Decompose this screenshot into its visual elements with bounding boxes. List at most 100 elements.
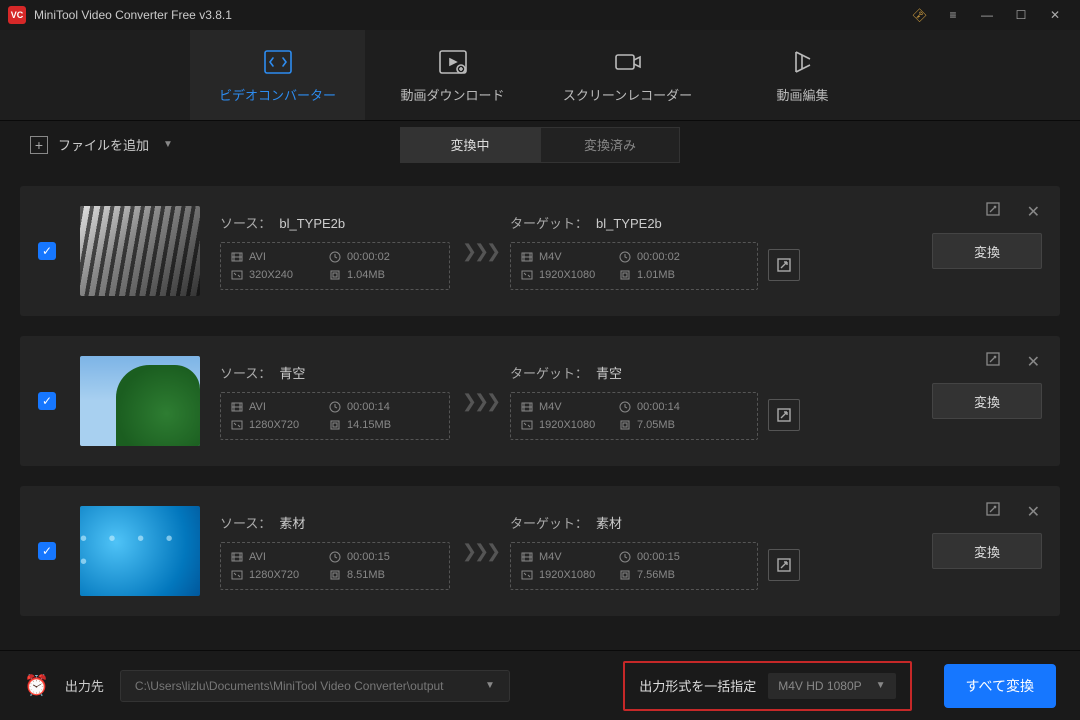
source-duration: 00:00:15: [329, 551, 409, 563]
source-size: 14.15MB: [329, 419, 409, 431]
convert-all-button[interactable]: すべて変換: [944, 664, 1056, 708]
target-duration: 00:00:15: [619, 551, 699, 563]
target-label: ターゲット：: [510, 216, 588, 231]
target-size: 1.01MB: [619, 269, 699, 281]
status-tab-converting[interactable]: 変換中: [400, 127, 540, 163]
conversion-list: ✓ ソース： bl_TYPE2b AVI 00:00:02 320X240 1.04MB ❯❯…: [0, 168, 1080, 668]
remove-item-button[interactable]: ✕: [1027, 202, 1040, 222]
target-size: 7.56MB: [619, 569, 699, 581]
plus-icon: +: [30, 136, 48, 154]
thumbnail[interactable]: [80, 206, 200, 296]
batch-format-select[interactable]: M4V HD 1080P ▼: [768, 673, 895, 699]
maximize-button[interactable]: ☐: [1004, 0, 1038, 30]
titlebar: VC MiniTool Video Converter Free v3.8.1 …: [0, 0, 1080, 30]
source-format: AVI: [231, 551, 311, 563]
batch-format-label: 出力形式を一括指定: [639, 676, 756, 695]
tab-converter[interactable]: ビデオコンバーター: [190, 30, 365, 120]
source-name: 素材: [279, 516, 305, 531]
menu-button[interactable]: ≡: [936, 0, 970, 30]
recorder-icon: [613, 47, 643, 77]
target-resolution: 1920X1080: [521, 569, 601, 581]
source-name: 青空: [279, 366, 305, 381]
converter-icon: [263, 47, 293, 77]
convert-button[interactable]: 変換: [932, 233, 1042, 269]
target-settings-button[interactable]: [768, 399, 800, 431]
edit-item-button[interactable]: [986, 502, 1000, 516]
arrow-icon: ❯❯❯: [450, 391, 510, 412]
source-info: AVI 00:00:15 1280X720 8.51MB: [220, 542, 450, 590]
target-col: ターゲット： 青空 M4V00:00:141920X10807.05MB: [510, 363, 800, 440]
target-resolution: 1920X1080: [521, 419, 601, 431]
target-label: ターゲット：: [510, 516, 588, 531]
tab-label: 動画編集: [776, 85, 828, 104]
target-format: M4V: [521, 401, 601, 413]
add-file-button[interactable]: + ファイルを追加 ▼: [20, 129, 183, 160]
source-duration: 00:00:02: [329, 251, 409, 263]
target-format: M4V: [521, 251, 601, 263]
item-checkbox[interactable]: ✓: [38, 392, 56, 410]
source-info: AVI 00:00:02 320X240 1.04MB: [220, 242, 450, 290]
output-path-select[interactable]: C:\Users\lizlu\Documents\MiniTool Video …: [120, 670, 510, 702]
tab-label: ビデオコンバーター: [219, 85, 336, 104]
source-col: ソース：青空AVI00:00:141280X72014.15MB: [220, 363, 450, 440]
tab-label: 動画ダウンロード: [400, 85, 504, 104]
hamburger-icon: ≡: [949, 8, 956, 22]
chevron-down-icon: ▼: [163, 139, 173, 150]
arrow-icon: ❯❯❯: [450, 541, 510, 562]
maximize-icon: ☐: [1016, 8, 1027, 22]
list-item: ✓ソース：素材AVI00:00:151280X7208.51MB❯❯❯ターゲット…: [20, 486, 1060, 616]
source-size: 8.51MB: [329, 569, 409, 581]
source-col: ソース： bl_TYPE2b AVI 00:00:02 320X240 1.04MB: [220, 213, 450, 290]
source-size: 1.04MB: [329, 269, 409, 281]
target-settings-button[interactable]: [768, 549, 800, 581]
target-duration: 00:00:02: [619, 251, 699, 263]
source-resolution: 320X240: [231, 269, 311, 281]
remove-item-button[interactable]: ✕: [1027, 502, 1040, 522]
target-name: 青空: [596, 366, 622, 381]
convert-button[interactable]: 変換: [932, 383, 1042, 419]
tab-download[interactable]: 動画ダウンロード: [365, 30, 540, 120]
source-format: AVI: [231, 251, 311, 263]
source-name: bl_TYPE2b: [279, 216, 345, 231]
status-tabs: 変換中 変換済み: [400, 127, 680, 163]
tab-label: スクリーンレコーダー: [563, 85, 692, 104]
thumbnail[interactable]: [80, 506, 200, 596]
target-info: M4V00:00:021920X10801.01MB: [510, 242, 758, 290]
tab-editor[interactable]: 動画編集: [715, 30, 890, 120]
thumbnail[interactable]: [80, 356, 200, 446]
list-item: ✓ ソース： bl_TYPE2b AVI 00:00:02 320X240 1.04MB ❯❯…: [20, 186, 1060, 316]
source-label: ソース：: [220, 216, 271, 231]
convert-button[interactable]: 変換: [932, 533, 1042, 569]
close-window-button[interactable]: ✕: [1038, 0, 1072, 30]
source-resolution: 1280X720: [231, 569, 311, 581]
status-tab-done[interactable]: 変換済み: [540, 127, 680, 163]
chevron-down-icon: ▼: [876, 680, 886, 691]
target-settings-button[interactable]: [768, 249, 800, 281]
item-checkbox[interactable]: ✓: [38, 542, 56, 560]
source-duration: 00:00:14: [329, 401, 409, 413]
edit-item-button[interactable]: [986, 352, 1000, 366]
target-col: ターゲット：bl_TYPE2bM4V00:00:021920X10801.01M…: [510, 213, 800, 290]
source-label: ソース：: [220, 366, 271, 381]
target-label: ターゲット：: [510, 366, 588, 381]
minimize-icon: —: [981, 8, 993, 22]
upgrade-button[interactable]: ⚿: [902, 0, 936, 30]
target-format: M4V: [521, 551, 601, 563]
chevron-down-icon: ▼: [485, 680, 495, 691]
output-path-value: C:\Users\lizlu\Documents\MiniTool Video …: [135, 679, 444, 693]
tab-recorder[interactable]: スクリーンレコーダー: [540, 30, 715, 120]
target-name: 素材: [596, 516, 622, 531]
minimize-button[interactable]: —: [970, 0, 1004, 30]
source-col: ソース：素材AVI00:00:151280X7208.51MB: [220, 513, 450, 590]
remove-item-button[interactable]: ✕: [1027, 352, 1040, 372]
item-checkbox[interactable]: ✓: [38, 242, 56, 260]
arrow-icon: ❯❯❯: [450, 241, 510, 262]
target-info: M4V 00:00:15 1920X1080 7.56MB: [510, 542, 758, 590]
output-label: 出力先: [65, 676, 104, 695]
target-info: M4V00:00:141920X10807.05MB: [510, 392, 758, 440]
add-file-label: ファイルを追加: [58, 135, 149, 154]
schedule-icon[interactable]: ⏰: [24, 673, 49, 698]
edit-item-button[interactable]: [986, 202, 1000, 216]
main-tabs: ビデオコンバーター 動画ダウンロード スクリーンレコーダー 動画編集: [0, 30, 1080, 120]
list-item: ✓ソース：青空AVI00:00:141280X72014.15MB❯❯❯ターゲッ…: [20, 336, 1060, 466]
